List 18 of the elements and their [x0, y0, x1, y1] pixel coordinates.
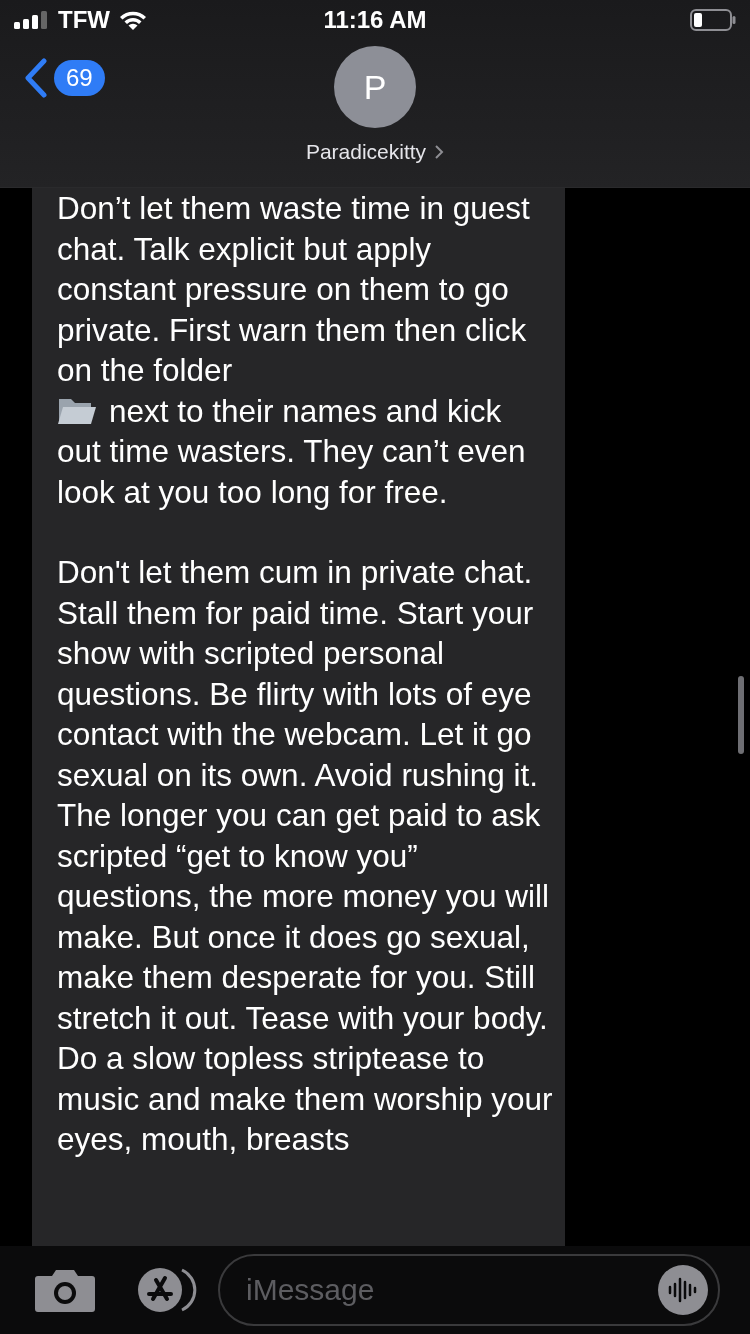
unread-count-badge: 69 [54, 60, 105, 96]
contact-name[interactable]: Paradicekitty [305, 140, 427, 164]
audio-waveform-icon[interactable] [658, 1265, 708, 1315]
signal-icon [14, 11, 50, 29]
message-field-background[interactable]: iMessage [218, 1254, 720, 1326]
chevron-right-icon [434, 144, 445, 160]
camera-button[interactable] [34, 1268, 96, 1312]
contact-avatar[interactable]: P [334, 46, 416, 128]
wifi-icon [118, 9, 148, 31]
back-chevron-icon [24, 58, 48, 98]
camera-icon [34, 1268, 96, 1312]
back-button[interactable]: 69 [24, 58, 105, 98]
message-text: Don't let them cum in private chat. Stall them for paid time. Start your show with scripted personal questions. Be flirty with lots of eye contact with the webcam. Let it go sexual on its own. Avoid rushing it. The longer you can get paid to ask scripted “get to know you” questions, the more money you will make. But once it does go sexual, make them desperate for you. Still stretch it out. Tease with your body. Do a slow topless striptease to music and make them worship your eyes, mouth, breasts [57, 553, 553, 1159]
status-time: 11:16 AM [323, 6, 427, 34]
battery-icon [690, 9, 736, 31]
message-text: next to their names and kick [109, 391, 502, 431]
carrier-name: TFW [58, 6, 110, 34]
message-text: out time wasters. They can’t even look at you too long for free. [57, 432, 527, 512]
